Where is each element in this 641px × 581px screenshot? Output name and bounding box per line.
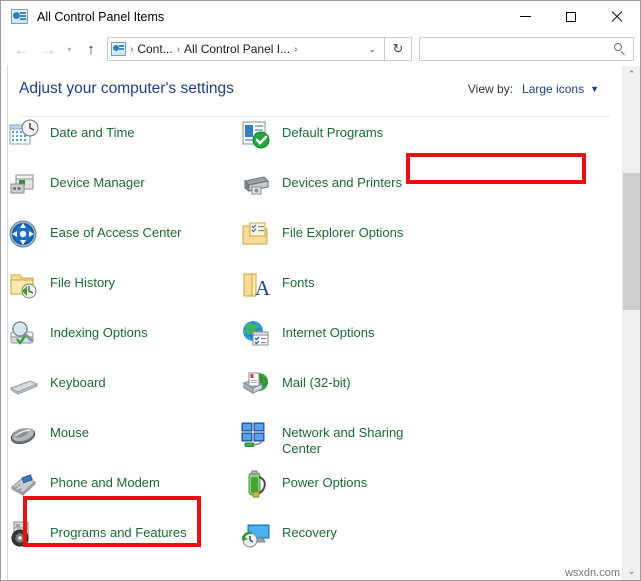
control-panel-item-label: Power Options [282, 475, 368, 490]
svg-text:A: A [255, 276, 271, 300]
vertical-scrollbar[interactable]: ⌃ ⌄ [622, 66, 640, 580]
control-panel-item[interactable]: Phone and Modem [8, 469, 160, 513]
control-panel-item[interactable]: Indexing Options [8, 319, 148, 363]
control-panel-item-label: Date and Time [50, 125, 135, 140]
control-panel-item-label: Internet Options [282, 325, 375, 340]
window-title: All Control Panel Items [37, 9, 165, 24]
scroll-down-button[interactable]: ⌄ [623, 563, 640, 580]
network-and-sharing-center-icon [240, 419, 272, 451]
power-options-icon [240, 469, 272, 501]
back-arrow-icon[interactable]: ← [9, 36, 35, 62]
control-panel-window: All Control Panel Items ← → ▾ ↑ › Cont..… [0, 0, 641, 581]
control-panel-item[interactable]: Ease of Access Center [8, 219, 182, 263]
control-panel-item-label: Indexing Options [50, 325, 148, 340]
title-bar: All Control Panel Items [1, 1, 640, 32]
control-panel-item[interactable]: Power Options [240, 469, 367, 513]
forward-arrow-icon[interactable]: → [35, 36, 61, 62]
device-manager-icon [8, 169, 40, 201]
control-panel-item[interactable]: Recovery [240, 519, 337, 563]
control-panel-item[interactable]: Default Programs [240, 119, 383, 163]
minimize-button[interactable] [502, 1, 548, 32]
control-panel-item[interactable]: A Fonts [240, 269, 315, 313]
control-panel-item[interactable]: Keyboard [8, 369, 106, 413]
control-panel-item[interactable]: Device Manager [8, 169, 145, 213]
breadcrumb-item-all-control-panel-items[interactable]: All Control Panel I... [184, 42, 290, 56]
recovery-icon [240, 519, 272, 551]
date-and-time-icon [8, 119, 40, 151]
control-panel-item[interactable]: Mail (32-bit) [240, 369, 351, 413]
control-panel-item-label: Network and Sharing Center [282, 425, 404, 456]
refresh-button[interactable]: ↻ [385, 37, 412, 61]
minimize-icon [519, 16, 531, 17]
maximize-button[interactable] [548, 1, 594, 32]
control-panel-item-label: Phone and Modem [50, 475, 160, 490]
indexing-options-icon [8, 319, 40, 351]
programs-and-features-icon [8, 519, 40, 551]
control-panel-item[interactable]: File Explorer Options [240, 219, 403, 263]
fonts-icon: A [240, 269, 272, 301]
breadcrumb-separator: › [130, 43, 134, 55]
control-panel-item[interactable]: File History [8, 269, 115, 313]
internet-options-icon [240, 319, 272, 351]
control-panel-item[interactable]: Mouse [8, 419, 89, 463]
control-panel-item-label: Ease of Access Center [50, 225, 182, 240]
control-panel-item-label: Mouse [50, 425, 90, 440]
search-input[interactable] [426, 41, 613, 57]
control-panel-item[interactable]: Network and Sharing Center [240, 419, 403, 463]
chevron-down-icon[interactable]: ⌄ [368, 44, 384, 55]
window-controls [502, 1, 640, 32]
default-programs-icon [240, 119, 272, 151]
control-panel-item[interactable]: Devices and Printers [240, 169, 402, 213]
close-button[interactable] [594, 1, 640, 32]
control-panel-item-label: Programs and Features [50, 525, 187, 540]
view-by-control: View by: Large icons ▼ [468, 82, 599, 96]
scroll-up-button[interactable]: ⌃ [623, 66, 640, 83]
control-panel-item-label: Device Manager [50, 175, 145, 190]
devices-and-printers-icon [240, 169, 272, 201]
breadcrumb-control-panel-icon [111, 42, 126, 56]
control-panel-item-label: Devices and Printers [282, 175, 402, 190]
breadcrumb-item-control-panel[interactable]: Cont... [137, 42, 172, 56]
navigation-toolbar: ← → ▾ ↑ › Cont... › All Control Panel I.… [1, 32, 640, 66]
file-history-icon [8, 269, 40, 301]
view-by-label: View by: [467, 82, 514, 96]
content-area: Adjust your computer's settings View by:… [8, 66, 640, 580]
control-panel-item-label: Keyboard [50, 375, 106, 390]
scrollbar-track[interactable] [623, 83, 640, 563]
control-panel-item-label: File History [50, 275, 116, 290]
chevron-down-icon[interactable]: ▼ [590, 84, 599, 94]
phone-and-modem-icon [8, 469, 40, 501]
control-panel-item-label: Mail (32-bit) [282, 375, 351, 390]
up-arrow-icon[interactable]: ↑ [78, 36, 104, 62]
breadcrumb-separator: › [294, 43, 298, 55]
window-body: Adjust your computer's settings View by:… [1, 66, 640, 580]
control-panel-item[interactable]: Date and Time [8, 119, 135, 163]
breadcrumb-separator: › [176, 43, 181, 55]
search-icon [613, 42, 627, 56]
control-panel-item-label: Default Programs [282, 125, 384, 140]
file-explorer-options-icon [240, 219, 272, 251]
search-box[interactable] [419, 37, 634, 61]
control-panel-item[interactable]: Programs and Features [8, 519, 187, 563]
keyboard-icon [8, 369, 40, 401]
mouse-icon [8, 419, 40, 451]
control-panel-item-label: File Explorer Options [282, 225, 404, 240]
recent-locations-icon[interactable]: ▾ [61, 36, 78, 62]
title-bar-left: All Control Panel Items [1, 9, 164, 24]
watermark: wsxdn.com [564, 567, 620, 579]
navigation-pane [1, 66, 8, 580]
maximize-icon [566, 11, 576, 22]
divider [19, 116, 610, 117]
close-icon [611, 11, 623, 23]
control-panel-item-label: Recovery [282, 525, 337, 540]
scrollbar-thumb[interactable] [623, 173, 640, 310]
control-panel-items-grid: Date and Time Default Programs Device Ma… [8, 119, 622, 580]
control-panel-icon [11, 9, 28, 24]
view-by-value[interactable]: Large icons [522, 82, 584, 96]
control-panel-item[interactable]: Internet Options [240, 319, 375, 363]
control-panel-item-label: Fonts [282, 275, 315, 290]
mail-icon [240, 369, 272, 401]
address-bar[interactable]: › Cont... › All Control Panel I... › ⌄ [107, 37, 385, 61]
ease-of-access-center-icon [8, 219, 40, 251]
